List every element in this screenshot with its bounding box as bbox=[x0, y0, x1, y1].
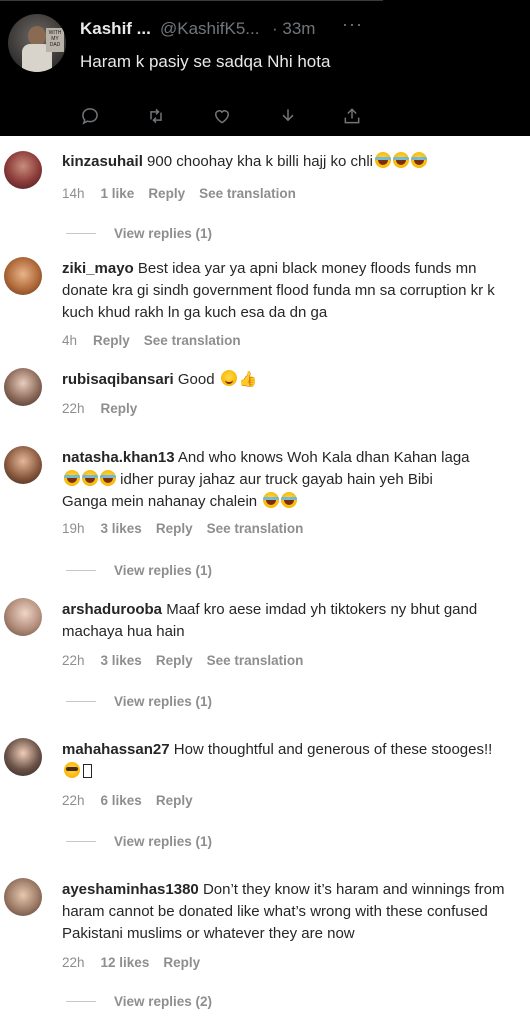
reply-button[interactable]: Reply bbox=[156, 793, 193, 808]
likes-count[interactable]: 12 likes bbox=[101, 955, 150, 970]
comment-meta: 19h 3 likes Reply See translation bbox=[62, 521, 317, 536]
tweet-actions bbox=[78, 104, 378, 128]
comment-username[interactable]: natasha.khan13 bbox=[62, 449, 175, 466]
reply-button[interactable]: Reply bbox=[101, 401, 138, 416]
view-replies-button[interactable]: View replies (1) bbox=[66, 694, 212, 709]
comment-age: 14h bbox=[62, 186, 85, 201]
tweet-card: WITH MY DAD Kashif ... @KashifK5... · 33… bbox=[0, 0, 530, 136]
avatar[interactable] bbox=[4, 738, 42, 776]
comment-age: 22h bbox=[62, 653, 85, 668]
comment-meta: 4h Reply See translation bbox=[62, 333, 255, 348]
laughing-emoji-icon bbox=[64, 470, 80, 486]
tweet-author-handle[interactable]: @KashifK5... bbox=[160, 19, 259, 39]
comment-text: ayeshaminhas1380 Don’t they know it’s ha… bbox=[62, 881, 505, 942]
comment-age: 4h bbox=[62, 333, 78, 348]
thumbs-up-icon: 👍 bbox=[238, 371, 258, 388]
reply-icon[interactable] bbox=[78, 104, 102, 128]
see-translation-button[interactable]: See translation bbox=[144, 333, 241, 348]
avatar[interactable] bbox=[4, 151, 42, 189]
tweet-text: Haram k pasiy se sadqa Nhi hota bbox=[80, 52, 331, 71]
reply-button[interactable]: Reply bbox=[148, 186, 185, 201]
avatar-caption: WITH MY DAD bbox=[46, 28, 64, 52]
reply-button[interactable]: Reply bbox=[163, 955, 200, 970]
comment-text: rubisaqibansari Good 👍 bbox=[62, 369, 512, 391]
comment-meta: 22h 12 likes Reply bbox=[62, 955, 214, 970]
view-replies-button[interactable]: View replies (1) bbox=[66, 563, 212, 578]
comment-age: 22h bbox=[62, 401, 85, 416]
laughing-emoji-icon bbox=[82, 470, 98, 486]
laughing-emoji-icon bbox=[411, 152, 427, 168]
laughing-emoji-icon bbox=[375, 152, 391, 168]
likes-count[interactable]: 3 likes bbox=[101, 521, 142, 536]
see-translation-button[interactable]: See translation bbox=[207, 521, 304, 536]
unrendered-emoji-icon bbox=[83, 764, 92, 778]
comment-meta: 14h 1 like Reply See translation bbox=[62, 186, 310, 201]
comment-username[interactable]: kinzasuhail bbox=[62, 153, 143, 170]
comment-username[interactable]: ayeshaminhas1380 bbox=[62, 881, 199, 898]
likes-count[interactable]: 1 like bbox=[101, 186, 135, 201]
avatar[interactable] bbox=[4, 257, 42, 295]
tweet-avatar[interactable]: WITH MY DAD bbox=[8, 14, 66, 72]
avatar[interactable] bbox=[4, 446, 42, 484]
laughing-emoji-icon bbox=[263, 492, 280, 508]
comment-age: 19h bbox=[62, 521, 85, 536]
reply-button[interactable]: Reply bbox=[156, 653, 193, 668]
comment-age: 22h bbox=[62, 955, 85, 970]
view-replies-button[interactable]: View replies (1) bbox=[66, 226, 212, 241]
avatar[interactable] bbox=[4, 878, 42, 916]
divider bbox=[0, 0, 383, 1]
comment-text: mahahassan27 How thoughtful and generous… bbox=[62, 739, 512, 783]
laughing-emoji-icon bbox=[281, 492, 298, 508]
smiling-emoji-icon bbox=[220, 370, 237, 386]
retweet-icon[interactable] bbox=[144, 104, 168, 128]
comment-text: ziki_mayo Best idea yar ya apni black mo… bbox=[62, 260, 495, 321]
avatar[interactable] bbox=[4, 598, 42, 636]
comment-meta: 22h 3 likes Reply See translation bbox=[62, 653, 317, 668]
like-icon[interactable] bbox=[210, 104, 234, 128]
more-options-icon[interactable]: ··· bbox=[342, 14, 363, 35]
tweet-timestamp[interactable]: · 33m bbox=[272, 19, 315, 39]
comment-meta: 22h 6 likes Reply bbox=[62, 793, 207, 808]
share-icon[interactable] bbox=[340, 104, 364, 128]
view-replies-button[interactable]: View replies (2) bbox=[66, 994, 212, 1009]
reply-button[interactable]: Reply bbox=[93, 333, 130, 348]
download-icon[interactable] bbox=[276, 104, 300, 128]
view-replies-button[interactable]: View replies (1) bbox=[66, 834, 212, 849]
comment-age: 22h bbox=[62, 793, 85, 808]
reply-button[interactable]: Reply bbox=[156, 521, 193, 536]
comment-text: natasha.khan13 And who knows Woh Kala dh… bbox=[62, 449, 470, 510]
see-translation-button[interactable]: See translation bbox=[207, 653, 304, 668]
tweet-author-name[interactable]: Kashif ... bbox=[80, 19, 151, 39]
comment-meta: 22h Reply bbox=[62, 401, 151, 416]
comment-username[interactable]: rubisaqibansari bbox=[62, 371, 174, 388]
comment-text: kinzasuhail 900 choohay kha k billi hajj… bbox=[62, 151, 512, 173]
comment-text: arshadurooba Maaf kro aese imdad yh tikt… bbox=[62, 601, 478, 640]
comment-username[interactable]: arshadurooba bbox=[62, 601, 162, 618]
likes-count[interactable]: 6 likes bbox=[101, 793, 142, 808]
see-translation-button[interactable]: See translation bbox=[199, 186, 296, 201]
comment-username[interactable]: mahahassan27 bbox=[62, 741, 170, 758]
avatar[interactable] bbox=[4, 368, 42, 406]
laughing-emoji-icon bbox=[393, 152, 409, 168]
comment-username[interactable]: ziki_mayo bbox=[62, 260, 134, 277]
likes-count[interactable]: 3 likes bbox=[101, 653, 142, 668]
laughing-emoji-icon bbox=[100, 470, 116, 486]
nerd-emoji-icon bbox=[64, 762, 80, 778]
